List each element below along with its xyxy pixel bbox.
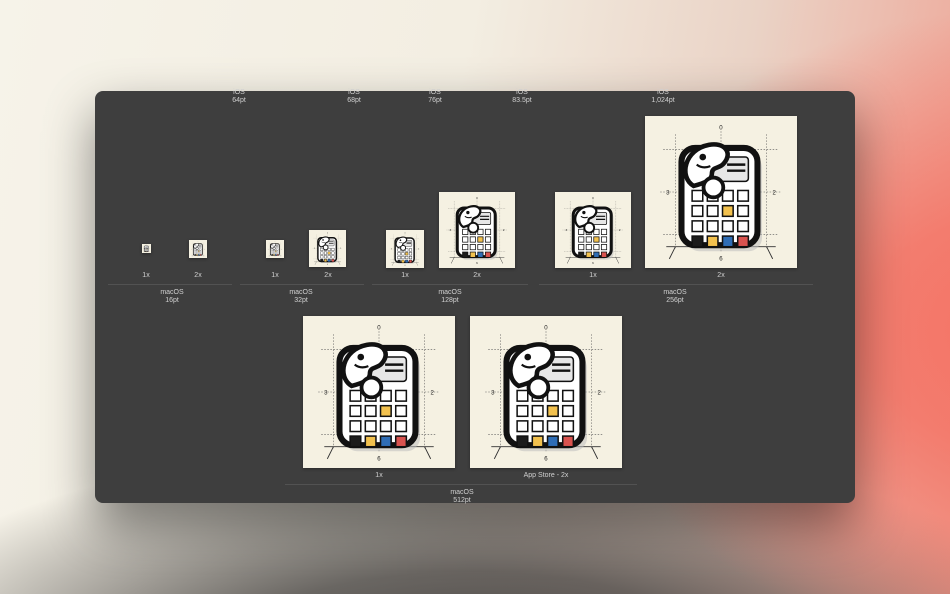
svg-text:6: 6 <box>476 261 478 265</box>
svg-text:3: 3 <box>450 228 452 232</box>
ios-label-68: iOS 68pt <box>347 89 361 104</box>
svg-text:2: 2 <box>281 248 282 250</box>
svg-text:2: 2 <box>619 228 621 232</box>
macos-256-1x-icon[interactable]: 0 2 3 6 <box>555 192 631 268</box>
ios-label-1024: iOS 1,024pt <box>651 89 675 104</box>
group-separator <box>539 284 813 285</box>
macos-32-1x-icon[interactable]: 0 2 3 6 <box>266 240 284 258</box>
svg-text:6: 6 <box>719 255 723 262</box>
group-separator <box>285 484 637 485</box>
app-store-scale-label: App Store - 2x <box>523 472 569 479</box>
svg-text:0: 0 <box>198 241 199 243</box>
svg-text:6: 6 <box>377 455 381 462</box>
svg-text:3: 3 <box>314 248 315 250</box>
svg-text:3: 3 <box>391 249 392 251</box>
scale-label: 2x <box>324 272 332 279</box>
svg-text:3: 3 <box>491 389 495 396</box>
macos-512-1x-icon[interactable]: 0 2 3 6 <box>303 316 455 468</box>
svg-text:2: 2 <box>598 389 602 396</box>
macos-group-label-256: macOS 256pt <box>663 289 687 304</box>
svg-text:0: 0 <box>544 325 548 332</box>
svg-text:2: 2 <box>150 248 151 249</box>
macos-group-label-32: macOS 32pt <box>289 289 313 304</box>
svg-text:3: 3 <box>666 189 670 196</box>
scale-label: 2x <box>717 272 725 279</box>
macos-32-2x-icon[interactable]: 0 2 3 6 <box>309 230 346 267</box>
scale-label: 1x <box>589 272 597 279</box>
macos-16-2x-icon[interactable]: 0 2 3 6 <box>189 240 207 258</box>
svg-text:0: 0 <box>146 244 147 245</box>
svg-text:0: 0 <box>327 232 328 234</box>
svg-text:0: 0 <box>476 196 478 200</box>
ios-label-76: iOS 76pt <box>428 89 442 104</box>
macos-128-2x-icon[interactable]: 0 2 3 6 <box>439 192 515 268</box>
svg-text:2: 2 <box>431 389 435 396</box>
macos-128-1x-icon[interactable]: 0 2 3 6 <box>386 230 424 268</box>
macos-group-label-512: macOS 512pt <box>450 489 474 504</box>
svg-text:0: 0 <box>275 241 276 243</box>
svg-text:6: 6 <box>592 261 594 265</box>
scale-label: 2x <box>473 272 481 279</box>
group-separator <box>240 284 364 285</box>
svg-text:6: 6 <box>275 256 276 258</box>
svg-text:3: 3 <box>324 389 328 396</box>
scale-label: 2x <box>194 272 202 279</box>
svg-text:0: 0 <box>592 196 594 200</box>
scale-label: 1x <box>401 272 409 279</box>
svg-text:6: 6 <box>327 264 328 266</box>
macos-group-label-16: macOS 16pt <box>160 289 184 304</box>
svg-text:6: 6 <box>405 265 406 267</box>
app-store-2x-icon[interactable]: 0 2 3 6 <box>470 316 622 468</box>
scale-label: 1x <box>271 272 279 279</box>
svg-text:2: 2 <box>503 228 505 232</box>
ios-label-83-5: iOS 83.5pt <box>512 89 532 104</box>
icon-preview-panel: iOS 64pt iOS 68pt iOS 76pt iOS 83.5pt iOS 1,0… <box>95 89 855 504</box>
svg-text:6: 6 <box>198 256 199 258</box>
svg-text:2: 2 <box>204 248 205 250</box>
group-separator <box>108 284 232 285</box>
macos-group-label-128: macOS 128pt <box>438 289 462 304</box>
svg-text:0: 0 <box>405 232 406 234</box>
scale-label: 1x <box>375 472 383 479</box>
svg-text:0: 0 <box>377 325 381 332</box>
macos-256-2x-icon[interactable]: 0 2 3 6 <box>645 116 797 268</box>
scale-label: 1x <box>142 272 150 279</box>
svg-text:6: 6 <box>544 455 548 462</box>
svg-text:0: 0 <box>719 125 723 132</box>
svg-text:2: 2 <box>773 189 777 196</box>
svg-text:2: 2 <box>418 249 419 251</box>
macos-16-1x-icon[interactable]: 0236 <box>142 244 151 253</box>
svg-text:2: 2 <box>340 248 341 250</box>
svg-text:3: 3 <box>268 248 269 250</box>
svg-text:3: 3 <box>566 228 568 232</box>
ios-label-64: iOS 64pt <box>232 89 246 104</box>
svg-text:3: 3 <box>191 248 192 250</box>
group-separator <box>372 284 528 285</box>
